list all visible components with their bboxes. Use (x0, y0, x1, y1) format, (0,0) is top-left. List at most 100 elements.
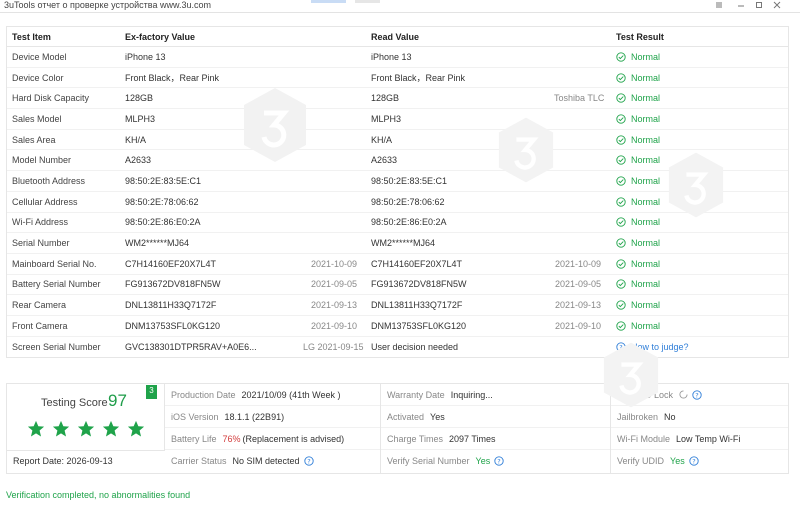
table-row: Device Model iPhone 13 iPhone 13 Normal (7, 47, 788, 68)
activated-row: Activated Yes (381, 406, 610, 428)
test-result-text: Normal (631, 258, 661, 269)
test-item-label: Screen Serial Number (12, 341, 101, 352)
restore-icon[interactable] (752, 0, 766, 10)
help-icon[interactable]: ? (689, 456, 699, 466)
check-circle-icon (616, 197, 626, 207)
check-circle-icon (616, 259, 626, 269)
ex-factory-value: 98:50:2E:78:06:62 (125, 196, 199, 207)
read-value-extra: 2021-09-13 (555, 300, 602, 311)
table-row: Sales Area KH/A KH/A Normal (7, 130, 788, 151)
test-item-label: Device Color (12, 72, 64, 83)
read-value: iPhone 13 (371, 51, 412, 62)
ex-factory-date: 2021-10-09 (311, 258, 358, 269)
test-result-text: Normal (631, 155, 661, 166)
test-item-label: Device Model (12, 51, 67, 62)
test-item-label: Rear Camera (12, 300, 67, 311)
help-icon: ? (616, 342, 626, 352)
test-result: Normal (616, 47, 786, 67)
test-result-text[interactable]: How to judge? (631, 342, 689, 352)
test-result: Normal (616, 275, 786, 295)
test-item-label: Serial Number (12, 238, 70, 249)
test-result-text: Normal (631, 72, 661, 83)
test-result-text: Normal (631, 238, 661, 249)
ex-factory-value: MLPH3 (125, 113, 156, 124)
verification-table: Test Item Ex-factory Value Read Value Te… (6, 26, 789, 359)
read-value: 98:50:2E:78:06:62 (371, 196, 445, 207)
test-item-label: Sales Area (12, 134, 56, 145)
test-result-text: Normal (631, 134, 661, 145)
jailbroken-row: Jailbroken No (611, 406, 788, 428)
test-item-label: Battery Serial Number (12, 279, 101, 290)
ex-factory-value: A2633 (125, 155, 152, 166)
apple-id-lock-row: Apple ID Lock ? (611, 384, 788, 406)
help-icon[interactable]: ? (692, 389, 702, 400)
table-row: Device Color Front Black，Rear Pink Front B… (7, 68, 788, 89)
svg-text:?: ? (307, 457, 310, 465)
check-circle-icon (616, 155, 626, 165)
table-row: Mainboard Serial No. C7H14160EF20X7L4T 202… (7, 254, 788, 275)
minimize-icon[interactable] (734, 0, 748, 10)
close-icon[interactable] (770, 0, 784, 10)
tab-indicator-secondary[interactable] (355, 0, 380, 3)
read-value-extra: 2021-09-10 (555, 320, 602, 331)
wifi-module-row: Wi-Fi Module Low Temp Wi-Fi (611, 428, 788, 450)
test-item-label: Bluetooth Address (12, 175, 86, 186)
read-value: KH/A (371, 134, 393, 145)
status-message: Verification completed, no abnormalities… (6, 490, 191, 500)
check-circle-icon (616, 321, 626, 331)
read-value-extra: Toshiba TLC (554, 93, 605, 104)
check-circle-icon (616, 300, 626, 310)
warranty-date-row: Warranty Date Inquiring... (381, 384, 610, 406)
ex-factory-value: iPhone 13 (125, 51, 166, 62)
test-result: Normal (616, 68, 786, 88)
verify-serial-row: Verify Serial Number Yes ? (381, 450, 610, 472)
check-circle-icon (616, 176, 626, 186)
loading-spinner-icon (679, 390, 688, 399)
test-result-text: Normal (631, 113, 661, 124)
read-value: Front Black，Rear Pink (371, 73, 466, 84)
star-icon (52, 420, 70, 437)
ex-factory-value: 98:50:2E:86:E0:2A (125, 217, 201, 228)
info-column-2: Warranty Date Inquiring... Activated Yes… (380, 384, 610, 473)
table-row: Battery Serial Number FG913672DV818FN5W 20… (7, 275, 788, 296)
header-ex-factory-value: Ex-factory Value (125, 31, 196, 42)
verify-udid-row: Verify UDID Yes ? (611, 450, 788, 472)
read-value: User decision needed (371, 341, 459, 352)
score-box: Testing Score 97 3 (7, 384, 165, 451)
star-icon (102, 420, 120, 437)
read-value-extra: 2021-10-09 (555, 258, 602, 269)
table-row: Hard Disk Capacity 128GB 128GB Toshiba TLC N… (7, 88, 788, 110)
read-value: MLPH3 (371, 113, 402, 124)
report-date-label: Report Date: (13, 456, 65, 466)
table-row: Wi-Fi Address 98:50:2E:86:E0:2A 98:50:2E:8… (7, 213, 788, 234)
check-circle-icon (616, 93, 626, 103)
test-item-label: Wi-Fi Address (12, 217, 69, 228)
production-date-row: Production Date 2021/10/09 (41th Week ) (165, 384, 380, 406)
how-to-judge-link[interactable]: ? How to judge? (616, 337, 786, 358)
read-value: 98:50:2E:83:5E:C1 (371, 175, 448, 186)
help-icon[interactable]: ? (494, 456, 504, 466)
score-badge: 3 (146, 385, 157, 399)
test-item-label: Sales Model (12, 113, 62, 124)
table-row: Sales Model MLPH3 MLPH3 Normal (7, 109, 788, 130)
table-row: Screen Serial Number GVC138301DTPR5RAV+A0… (7, 337, 788, 358)
test-result: Normal (616, 130, 786, 150)
tab-indicator[interactable] (311, 0, 346, 3)
ex-factory-value: WM2******MJ64 (125, 238, 190, 249)
menu-icon[interactable] (712, 0, 726, 10)
test-result: Normal (616, 109, 786, 129)
help-icon[interactable]: ? (303, 456, 314, 466)
test-result: Normal (616, 233, 786, 253)
check-circle-icon (616, 279, 626, 290)
score-value: 97 (108, 391, 127, 410)
test-item-label: Hard Disk Capacity (12, 93, 90, 104)
test-result: Normal (616, 295, 786, 315)
star-icon (127, 420, 145, 437)
test-result-text: Normal (631, 320, 661, 331)
info-column-3: Apple ID Lock ? Jailbroken No Wi-Fi Modu… (610, 384, 788, 473)
svg-text:?: ? (497, 457, 500, 465)
window-title: 3uTools отчет о проверке устройства www.… (4, 0, 211, 10)
star-icon (77, 420, 95, 437)
table-row: Bluetooth Address 98:50:2E:83:5E:C1 98:50:… (7, 171, 788, 192)
rating-stars (27, 420, 145, 438)
